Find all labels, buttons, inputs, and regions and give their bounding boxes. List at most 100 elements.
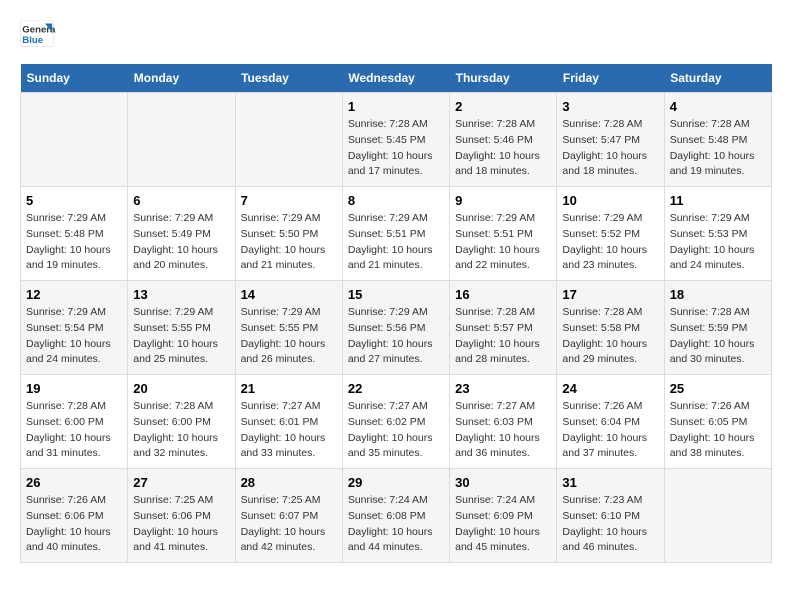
day-header-monday: Monday: [128, 64, 235, 93]
day-number: 1: [348, 99, 444, 114]
calendar-cell: 14 Sunrise: 7:29 AM Sunset: 5:55 PM Dayli…: [235, 281, 342, 375]
calendar-table: SundayMondayTuesdayWednesdayThursdayFrid…: [20, 64, 772, 563]
calendar-body: 1 Sunrise: 7:28 AM Sunset: 5:45 PM Daylig…: [21, 93, 772, 563]
day-number: 16: [455, 287, 551, 302]
day-info: Sunrise: 7:29 AM Sunset: 5:56 PM Dayligh…: [348, 305, 444, 368]
day-number: 9: [455, 193, 551, 208]
day-info: Sunrise: 7:29 AM Sunset: 5:51 PM Dayligh…: [348, 211, 444, 274]
day-number: 21: [241, 381, 337, 396]
day-info: Sunrise: 7:26 AM Sunset: 6:05 PM Dayligh…: [670, 399, 766, 462]
day-header-friday: Friday: [557, 64, 664, 93]
logo: General Blue: [20, 20, 56, 48]
calendar-cell: 26 Sunrise: 7:26 AM Sunset: 6:06 PM Dayli…: [21, 469, 128, 563]
page-header: General Blue: [20, 20, 772, 48]
day-number: 30: [455, 475, 551, 490]
day-info: Sunrise: 7:29 AM Sunset: 5:55 PM Dayligh…: [241, 305, 337, 368]
day-number: 14: [241, 287, 337, 302]
day-headers-row: SundayMondayTuesdayWednesdayThursdayFrid…: [21, 64, 772, 93]
calendar-cell: 20Sunrise: 7:28 AM Sunset: 6:00 PM Dayli…: [128, 375, 235, 469]
day-number: 18: [670, 287, 766, 302]
day-number: 7: [241, 193, 337, 208]
calendar-cell: 6Sunrise: 7:29 AM Sunset: 5:49 PM Daylig…: [128, 187, 235, 281]
day-info: Sunrise: 7:29 AM Sunset: 5:50 PM Dayligh…: [241, 211, 337, 274]
calendar-cell: 4 Sunrise: 7:28 AM Sunset: 5:48 PM Daylig…: [664, 93, 771, 187]
calendar-week-row: 12Sunrise: 7:29 AM Sunset: 5:54 PM Dayli…: [21, 281, 772, 375]
day-info: Sunrise: 7:29 AM Sunset: 5:51 PM Dayligh…: [455, 211, 551, 274]
day-header-saturday: Saturday: [664, 64, 771, 93]
day-info: Sunrise: 7:27 AM Sunset: 6:02 PM Dayligh…: [348, 399, 444, 462]
calendar-cell: [128, 93, 235, 187]
day-number: 29: [348, 475, 444, 490]
day-header-sunday: Sunday: [21, 64, 128, 93]
day-info: Sunrise: 7:24 AM Sunset: 6:09 PM Dayligh…: [455, 493, 551, 556]
day-info: Sunrise: 7:28 AM Sunset: 6:00 PM Dayligh…: [133, 399, 229, 462]
day-info: Sunrise: 7:28 AM Sunset: 5:48 PM Dayligh…: [670, 117, 766, 180]
day-info: Sunrise: 7:24 AM Sunset: 6:08 PM Dayligh…: [348, 493, 444, 556]
calendar-cell: [664, 469, 771, 563]
day-number: 2: [455, 99, 551, 114]
calendar-cell: 2 Sunrise: 7:28 AM Sunset: 5:46 PM Daylig…: [450, 93, 557, 187]
calendar-cell: 7 Sunrise: 7:29 AM Sunset: 5:50 PM Daylig…: [235, 187, 342, 281]
day-number: 15: [348, 287, 444, 302]
calendar-header: SundayMondayTuesdayWednesdayThursdayFrid…: [21, 64, 772, 93]
calendar-cell: 22 Sunrise: 7:27 AM Sunset: 6:02 PM Dayli…: [342, 375, 449, 469]
day-number: 26: [26, 475, 122, 490]
day-number: 3: [562, 99, 658, 114]
calendar-cell: 13 Sunrise: 7:29 AM Sunset: 5:55 PM Dayli…: [128, 281, 235, 375]
calendar-cell: 9 Sunrise: 7:29 AM Sunset: 5:51 PM Daylig…: [450, 187, 557, 281]
day-info: Sunrise: 7:28 AM Sunset: 5:58 PM Dayligh…: [562, 305, 658, 368]
day-info: Sunrise: 7:26 AM Sunset: 6:06 PM Dayligh…: [26, 493, 122, 556]
day-info: Sunrise: 7:28 AM Sunset: 5:57 PM Dayligh…: [455, 305, 551, 368]
day-number: 31: [562, 475, 658, 490]
calendar-cell: 21 Sunrise: 7:27 AM Sunset: 6:01 PM Dayli…: [235, 375, 342, 469]
calendar-cell: 3 Sunrise: 7:28 AM Sunset: 5:47 PM Daylig…: [557, 93, 664, 187]
day-info: Sunrise: 7:26 AM Sunset: 6:04 PM Dayligh…: [562, 399, 658, 462]
day-header-wednesday: Wednesday: [342, 64, 449, 93]
calendar-cell: [235, 93, 342, 187]
day-info: Sunrise: 7:27 AM Sunset: 6:01 PM Dayligh…: [241, 399, 337, 462]
day-number: 19: [26, 381, 122, 396]
logo-icon: General Blue: [20, 20, 56, 48]
day-info: Sunrise: 7:29 AM Sunset: 5:55 PM Dayligh…: [133, 305, 229, 368]
day-info: Sunrise: 7:29 AM Sunset: 5:54 PM Dayligh…: [26, 305, 122, 368]
day-info: Sunrise: 7:29 AM Sunset: 5:53 PM Dayligh…: [670, 211, 766, 274]
calendar-cell: 23 Sunrise: 7:27 AM Sunset: 6:03 PM Dayli…: [450, 375, 557, 469]
day-info: Sunrise: 7:28 AM Sunset: 5:46 PM Dayligh…: [455, 117, 551, 180]
calendar-cell: 5Sunrise: 7:29 AM Sunset: 5:48 PM Daylig…: [21, 187, 128, 281]
calendar-week-row: 26 Sunrise: 7:26 AM Sunset: 6:06 PM Dayli…: [21, 469, 772, 563]
day-number: 6: [133, 193, 229, 208]
calendar-cell: 15 Sunrise: 7:29 AM Sunset: 5:56 PM Dayli…: [342, 281, 449, 375]
day-info: Sunrise: 7:29 AM Sunset: 5:48 PM Dayligh…: [26, 211, 122, 274]
day-number: 24: [562, 381, 658, 396]
calendar-cell: [21, 93, 128, 187]
calendar-cell: 12Sunrise: 7:29 AM Sunset: 5:54 PM Dayli…: [21, 281, 128, 375]
calendar-week-row: 1 Sunrise: 7:28 AM Sunset: 5:45 PM Daylig…: [21, 93, 772, 187]
calendar-cell: 17 Sunrise: 7:28 AM Sunset: 5:58 PM Dayli…: [557, 281, 664, 375]
svg-text:Blue: Blue: [22, 35, 43, 46]
day-number: 27: [133, 475, 229, 490]
day-info: Sunrise: 7:28 AM Sunset: 5:45 PM Dayligh…: [348, 117, 444, 180]
day-info: Sunrise: 7:25 AM Sunset: 6:07 PM Dayligh…: [241, 493, 337, 556]
calendar-cell: 29 Sunrise: 7:24 AM Sunset: 6:08 PM Dayli…: [342, 469, 449, 563]
day-number: 28: [241, 475, 337, 490]
day-number: 10: [562, 193, 658, 208]
calendar-cell: 31 Sunrise: 7:23 AM Sunset: 6:10 PM Dayli…: [557, 469, 664, 563]
day-info: Sunrise: 7:28 AM Sunset: 6:00 PM Dayligh…: [26, 399, 122, 462]
day-number: 11: [670, 193, 766, 208]
day-number: 17: [562, 287, 658, 302]
day-number: 13: [133, 287, 229, 302]
calendar-week-row: 5Sunrise: 7:29 AM Sunset: 5:48 PM Daylig…: [21, 187, 772, 281]
day-number: 4: [670, 99, 766, 114]
day-info: Sunrise: 7:28 AM Sunset: 5:47 PM Dayligh…: [562, 117, 658, 180]
day-info: Sunrise: 7:23 AM Sunset: 6:10 PM Dayligh…: [562, 493, 658, 556]
calendar-cell: 19 Sunrise: 7:28 AM Sunset: 6:00 PM Dayli…: [21, 375, 128, 469]
calendar-cell: 16 Sunrise: 7:28 AM Sunset: 5:57 PM Dayli…: [450, 281, 557, 375]
day-info: Sunrise: 7:27 AM Sunset: 6:03 PM Dayligh…: [455, 399, 551, 462]
calendar-cell: 30 Sunrise: 7:24 AM Sunset: 6:09 PM Dayli…: [450, 469, 557, 563]
calendar-cell: 28 Sunrise: 7:25 AM Sunset: 6:07 PM Dayli…: [235, 469, 342, 563]
day-number: 22: [348, 381, 444, 396]
day-info: Sunrise: 7:29 AM Sunset: 5:52 PM Dayligh…: [562, 211, 658, 274]
calendar-week-row: 19 Sunrise: 7:28 AM Sunset: 6:00 PM Dayli…: [21, 375, 772, 469]
calendar-cell: 10 Sunrise: 7:29 AM Sunset: 5:52 PM Dayli…: [557, 187, 664, 281]
day-number: 23: [455, 381, 551, 396]
